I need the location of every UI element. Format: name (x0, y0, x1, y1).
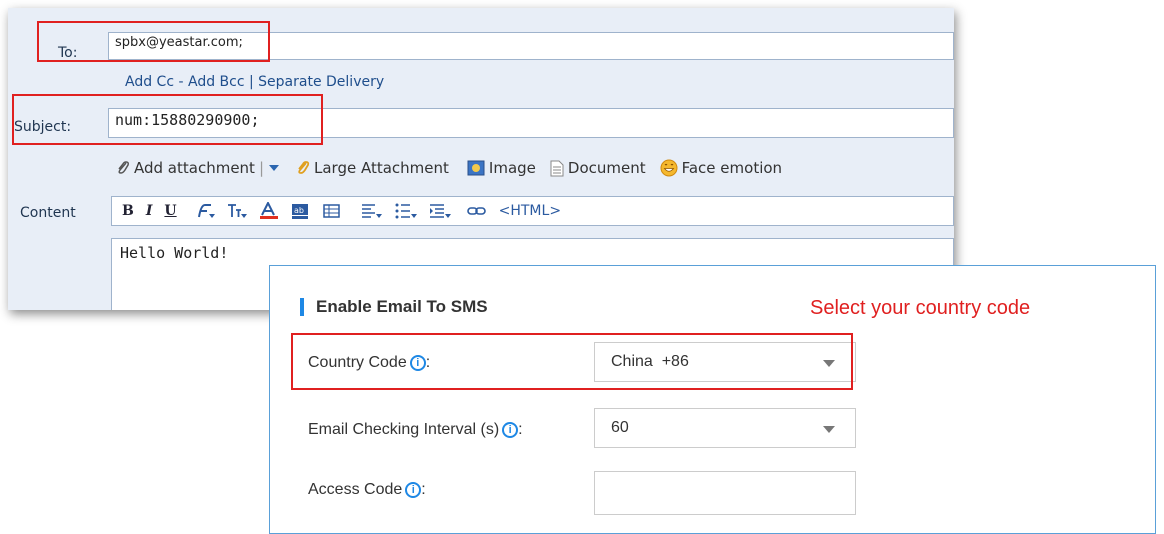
access-code-label-text: Access Code (308, 481, 403, 498)
email-to-sms-panel: Enable Email To SMS Select your country … (269, 265, 1156, 534)
add-attachment-button[interactable]: Add attachment (116, 159, 255, 177)
document-label: Document (567, 159, 646, 177)
paperclip-icon (118, 161, 129, 174)
interval-select[interactable]: 60 (594, 408, 856, 448)
interval-label: Email Checking Interval (s) i : (308, 421, 523, 439)
to-highlight-box (37, 21, 270, 62)
chevron-down-icon (269, 165, 279, 171)
label-colon: : (421, 481, 426, 498)
section-title: Enable Email To SMS (300, 298, 488, 316)
indent-icon[interactable] (429, 202, 451, 220)
document-icon (550, 160, 564, 176)
bold-button[interactable]: B (122, 203, 134, 219)
interval-label-text: Email Checking Interval (s) (308, 421, 500, 438)
face-emotion-label: Face emotion (681, 159, 783, 177)
font-size-icon[interactable] (227, 202, 247, 220)
add-bcc-link[interactable]: Add Bcc (188, 74, 245, 90)
add-attachment-label: Add attachment (134, 159, 255, 177)
separate-delivery-link[interactable]: Separate Delivery (258, 74, 384, 90)
smiley-icon (660, 159, 678, 177)
annotation-hint: Select your country code (810, 297, 1031, 319)
image-button[interactable]: Image (467, 159, 536, 177)
large-attachment-button[interactable]: Large Attachment (296, 159, 449, 177)
interval-value: 60 (611, 419, 629, 436)
info-icon[interactable]: i (502, 422, 519, 438)
add-cc-link[interactable]: Add Cc (125, 74, 174, 90)
attachment-toolbar: Add attachment | Large Attachment Image … (108, 153, 954, 183)
large-paperclip-icon (298, 161, 310, 174)
editor-toolbar: B I U ab <HTML> (111, 196, 954, 226)
font-family-icon[interactable] (195, 202, 215, 220)
content-label: Content (20, 205, 76, 221)
italic-button[interactable]: I (146, 203, 153, 219)
chevron-down-icon (823, 426, 835, 433)
image-label: Image (488, 159, 536, 177)
image-icon (467, 160, 485, 176)
svg-text:ab: ab (294, 206, 304, 215)
underline-button[interactable]: U (164, 203, 176, 219)
link-separator: - (174, 74, 188, 90)
label-colon: : (518, 421, 523, 438)
table-icon[interactable] (322, 202, 341, 220)
info-icon[interactable]: i (405, 482, 422, 498)
access-code-label: Access Code i : (308, 481, 426, 499)
face-emotion-button[interactable]: Face emotion (660, 159, 782, 177)
toolbar-divider: | (258, 159, 264, 177)
link-separator: | (244, 74, 259, 90)
font-color-icon[interactable] (259, 202, 279, 220)
access-code-input[interactable] (594, 471, 856, 515)
highlight-color-icon[interactable]: ab (291, 202, 311, 220)
align-icon[interactable] (361, 202, 383, 220)
html-mode-button[interactable]: <HTML> (499, 203, 561, 219)
country-code-highlight-box (291, 333, 853, 390)
subject-highlight-box (12, 94, 323, 145)
recipient-links: Add Cc - Add Bcc | Separate Delivery (125, 74, 384, 90)
attachment-dropdown-button[interactable] (268, 164, 284, 172)
link-icon[interactable] (466, 204, 487, 218)
bullet-list-icon[interactable] (395, 202, 417, 220)
large-attachment-label: Large Attachment (314, 159, 449, 177)
document-button[interactable]: Document (550, 159, 646, 177)
